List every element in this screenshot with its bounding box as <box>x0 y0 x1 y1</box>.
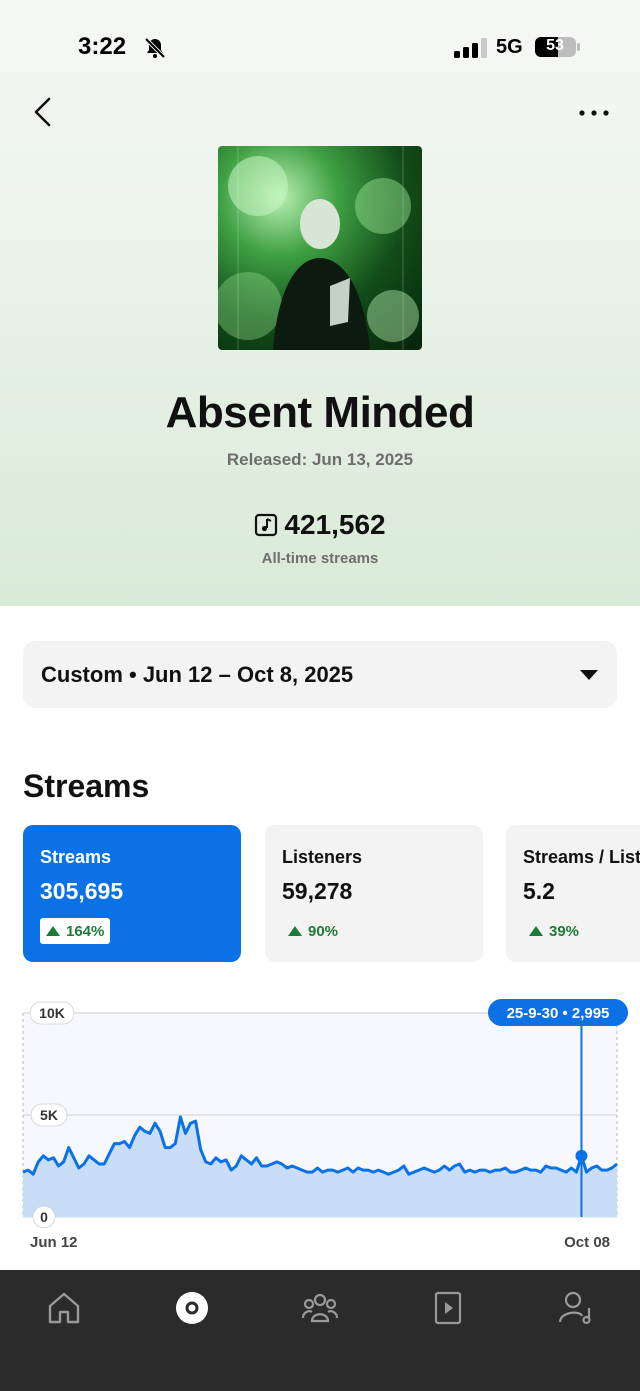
metric-card-label: Listeners <box>282 847 363 867</box>
date-range-label: Custom • Jun 12 – Oct 8, 2025 <box>41 662 354 687</box>
more-options-button[interactable] <box>574 100 614 126</box>
metric-card-streams[interactable]: Streams 305,695 164% <box>23 825 241 962</box>
music-note-icon <box>255 513 278 537</box>
status-time: 3:22 <box>78 33 127 60</box>
bottom-tab-bar <box>0 1270 640 1391</box>
metric-cards: Streams 305,695 164% Listeners 59,278 90… <box>23 825 640 965</box>
caret-down-icon <box>580 670 598 680</box>
all-time-streams: 421,562 <box>0 509 640 541</box>
y-tick-10k: 10K <box>39 1005 65 1021</box>
y-tick-0: 0 <box>40 1209 48 1225</box>
metric-card-label: Streams / Listener <box>523 847 640 867</box>
metric-card-change-value: 164% <box>66 922 105 940</box>
metric-card-label: Streams <box>40 847 112 867</box>
album-cover <box>218 146 422 350</box>
highlight-point[interactable] <box>575 1149 588 1162</box>
artist-tab-icon[interactable] <box>556 1288 596 1328</box>
y-tick-5k: 5K <box>40 1107 58 1123</box>
metric-card-change: 90% <box>282 918 344 944</box>
section-title: Streams <box>23 768 150 804</box>
music-tab-icon[interactable] <box>172 1288 212 1328</box>
status-bar: 3:22 5G 53 <box>0 0 640 95</box>
metric-card-value: 305,695 <box>40 878 124 904</box>
video-tab-icon[interactable] <box>428 1288 468 1328</box>
metric-card-streams-per-listener[interactable]: Streams / Listener 5.2 39% <box>506 825 640 962</box>
battery-level: 53 <box>546 37 564 54</box>
x-label-start: Jun 12 <box>30 1234 78 1251</box>
all-time-streams-value: 421,562 <box>284 509 386 540</box>
metric-card-value: 59,278 <box>282 878 353 904</box>
streams-chart[interactable]: 10K 5K 0 Jun 12 Oct 08 25-9-30 • 2,995 <box>0 995 640 1260</box>
all-time-streams-label: All-time streams <box>261 550 379 567</box>
audience-tab-icon[interactable] <box>300 1288 340 1328</box>
x-label-end: Oct 08 <box>564 1234 610 1251</box>
metric-card-change-value: 90% <box>308 922 339 940</box>
trend-up-icon <box>46 926 60 936</box>
metric-card-change: 39% <box>523 918 585 944</box>
signal-icon <box>454 38 487 58</box>
back-button[interactable] <box>28 96 58 128</box>
trend-up-icon <box>288 926 302 936</box>
streams-chart-svg[interactable]: 10K 5K 0 Jun 12 Oct 08 25-9-30 • 2,995 <box>0 995 640 1260</box>
metric-card-listeners[interactable]: Listeners 59,278 90% <box>265 825 483 962</box>
network-type: 5G <box>496 36 523 58</box>
bell-off-icon <box>144 37 166 59</box>
trend-up-icon <box>529 926 543 936</box>
metric-card-change-value: 39% <box>549 922 580 940</box>
tooltip-text: 25-9-30 • 2,995 <box>507 1005 610 1022</box>
home-tab-icon[interactable] <box>44 1288 84 1328</box>
release-date: Released: Jun 13, 2025 <box>226 450 414 469</box>
metric-card-value: 5.2 <box>523 878 555 904</box>
track-title: Absent Minded <box>165 388 475 437</box>
date-range-dropdown[interactable]: Custom • Jun 12 – Oct 8, 2025 <box>23 641 617 708</box>
metric-card-change: 164% <box>40 918 111 944</box>
